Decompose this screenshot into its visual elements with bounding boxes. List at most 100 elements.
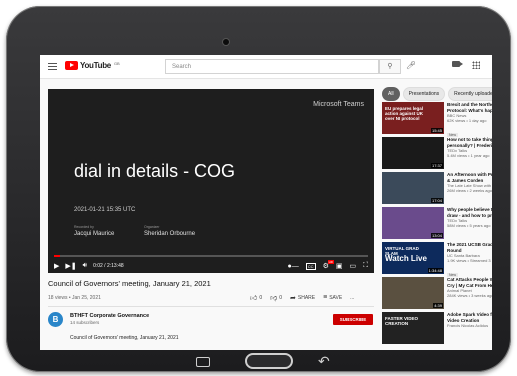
recommendation-text[interactable]: Brexit and the NorthernProtocol: What's … bbox=[447, 102, 492, 141]
video-description: Council of Governors' meeting, January 2… bbox=[70, 335, 179, 341]
settings-gear-icon[interactable]: ⚙ bbox=[323, 260, 335, 270]
youtube-logo[interactable]: YouTube GB bbox=[65, 61, 120, 70]
video-thumbnail[interactable]: FASTER VIDEO CREATION bbox=[382, 312, 444, 344]
miniplayer-icon[interactable]: ▣ bbox=[336, 262, 343, 270]
autoplay-toggle-icon[interactable]: ●— bbox=[288, 263, 299, 270]
recommendation-item[interactable]: 13:04 Why people believe thedraw - and ho… bbox=[382, 207, 492, 239]
video-thumbnail[interactable]: EU prepares legal action against UK over… bbox=[382, 102, 444, 134]
save-button[interactable]: ≡ SAVE bbox=[323, 294, 342, 301]
back-icon[interactable]: ↶ bbox=[318, 353, 330, 369]
thumbnail-big-text: Watch Live bbox=[385, 254, 427, 263]
hamburger-menu-icon[interactable] bbox=[48, 63, 57, 70]
next-icon[interactable]: ▶❚ bbox=[65, 262, 76, 270]
recommendation-title: Brexit and the Northern bbox=[447, 102, 492, 107]
recommendation-channel: Francis Nicolas Aclidus bbox=[447, 323, 489, 328]
recommendation-text[interactable]: The 2021 UCSB Grad SRoundUC Santa Barbar… bbox=[447, 242, 492, 281]
video-thumbnail[interactable]: 17:04 bbox=[382, 172, 444, 204]
recommendation-meta: 5.4M views • 1 year ago bbox=[447, 153, 490, 158]
share-arrow-icon: ➦ bbox=[290, 294, 296, 302]
filter-chips: All Presentations Recently uploaded bbox=[382, 87, 492, 101]
slide-title: dial in details - COG bbox=[74, 161, 236, 181]
dislike-button[interactable]: 👎︎ 0 bbox=[270, 293, 282, 303]
chip-all[interactable]: All bbox=[382, 87, 400, 101]
front-camera bbox=[223, 39, 229, 45]
video-player[interactable]: Microsoft Teams dial in details - COG 20… bbox=[48, 89, 374, 273]
video-actions: 👍︎ 0 👎︎ 0 ➦ SHARE ≡ SAVE ... bbox=[250, 293, 354, 302]
recommendation-item[interactable]: 17:37 How not to take things personally? |… bbox=[382, 137, 492, 169]
save-label: SAVE bbox=[329, 294, 343, 301]
video-title: Council of Governors' meeting, January 2… bbox=[48, 279, 211, 288]
chip-presentations[interactable]: Presentations bbox=[402, 87, 446, 101]
search-button[interactable]: ⚲ bbox=[379, 59, 401, 74]
microphone-icon[interactable]: 🎤︎ bbox=[406, 61, 416, 70]
recommendation-text[interactable]: How not to take things personally? | Fred… bbox=[447, 137, 492, 158]
more-button[interactable]: ... bbox=[350, 295, 354, 301]
like-button[interactable]: 👍︎ 0 bbox=[250, 293, 263, 303]
progress-fill bbox=[54, 255, 61, 257]
top-bar: YouTube GB Search ⚲ 🎤︎ bbox=[40, 55, 492, 79]
recommendation-title: Why people believe the bbox=[447, 207, 492, 212]
subscribe-button[interactable]: SUBSCRIBE bbox=[333, 314, 373, 325]
slide-organizer-name: Sheridan Orbourne bbox=[144, 231, 196, 237]
play-icon[interactable]: ▶ bbox=[54, 262, 59, 270]
thumbs-up-icon: 👍︎ bbox=[250, 295, 258, 302]
video-duration: 15:45 bbox=[430, 128, 443, 133]
recommendation-item[interactable]: 17:04 An Afternoon with Prin & James Corde… bbox=[382, 172, 492, 204]
brand-region: GB bbox=[113, 60, 120, 66]
progress-bar[interactable] bbox=[54, 255, 368, 257]
theater-mode-icon[interactable]: ▭ bbox=[349, 262, 356, 270]
channel-avatar[interactable]: B bbox=[48, 312, 63, 327]
recommendation-text[interactable]: Why people believe thedraw - and how to … bbox=[447, 207, 492, 228]
video-thumbnail[interactable]: 4:39 bbox=[382, 277, 444, 309]
youtube-play-icon bbox=[65, 61, 78, 70]
more-label: ... bbox=[350, 294, 355, 301]
video-thumbnail[interactable]: 17:37 bbox=[382, 137, 444, 169]
video-meta: 18 views • Jan 25, 2021 bbox=[48, 295, 101, 301]
apps-grid-icon[interactable] bbox=[472, 61, 480, 69]
like-count: 0 bbox=[259, 294, 263, 301]
captions-icon[interactable]: CC bbox=[305, 262, 316, 270]
channel-subscribers: 14 subscribers bbox=[70, 320, 100, 325]
share-button[interactable]: ➦ SHARE bbox=[290, 294, 315, 302]
recommendation-item[interactable]: 4:39 Cat Attacks People Wh Cry | My Cat Fr… bbox=[382, 277, 492, 309]
video-thumbnail[interactable]: VIRTUAL GRAD SLAM Watch Live 1:34:48 bbox=[382, 242, 444, 274]
playlist-add-icon: ≡ bbox=[323, 294, 328, 301]
recommendation-meta: 62K views • 1 day ago bbox=[447, 118, 487, 123]
recent-apps-icon[interactable] bbox=[196, 357, 210, 367]
recommendation-meta: 58M views • 5 years ago bbox=[447, 223, 491, 228]
recommendation-title: How not to take things bbox=[447, 137, 492, 142]
chip-recently-uploaded[interactable]: Recently uploaded bbox=[448, 87, 492, 101]
channel-name[interactable]: BTHFT Corporate Governance bbox=[70, 313, 149, 319]
android-nav-bar: ↶ bbox=[0, 345, 517, 376]
recommendation-text[interactable]: Cat Attacks People Wh Cry | My Cat From H… bbox=[447, 277, 492, 298]
recommendation-item[interactable]: VIRTUAL GRAD SLAM Watch Live 1:34:48 The 20… bbox=[382, 242, 492, 277]
recommendation-meta: 1.9K views • Streamed 3 bbox=[447, 258, 491, 263]
slide-presenter-name: Jacqui Maurice bbox=[74, 231, 115, 237]
home-button[interactable] bbox=[245, 353, 293, 369]
thumbnail-text: EU prepares legal action against UK over… bbox=[385, 106, 424, 121]
video-thumbnail[interactable]: 13:04 bbox=[382, 207, 444, 239]
search-input[interactable]: Search bbox=[165, 59, 379, 74]
brand-name: YouTube bbox=[80, 61, 111, 70]
slide-organizer-label: Organizer bbox=[144, 225, 160, 229]
share-label: SHARE bbox=[297, 294, 316, 301]
slide-brand: Microsoft Teams bbox=[313, 101, 364, 108]
recommendation-item[interactable]: EU prepares legal action against UK over… bbox=[382, 102, 492, 137]
recommendation-item[interactable]: FASTER VIDEO CREATION Adobe Spark Video f… bbox=[382, 312, 492, 344]
recommendation-meta: 26M views • 2 weeks ago bbox=[447, 188, 492, 193]
volume-icon[interactable]: 🔊︎ bbox=[83, 262, 87, 270]
recommendation-title: Cat Attacks People Wh bbox=[447, 277, 492, 282]
recommendation-title: An Afternoon with Prin bbox=[447, 172, 492, 177]
create-video-icon[interactable] bbox=[452, 61, 463, 67]
recommendation-text[interactable]: Adobe Spark Video for Video Creation Franc… bbox=[447, 312, 492, 328]
thumbs-down-icon: 👎︎ bbox=[270, 295, 278, 302]
player-right-controls: ●— CC ⚙ ▣ ▭ ⛶ bbox=[288, 260, 368, 270]
recommendation-title: The 2021 UCSB Grad S bbox=[447, 242, 492, 247]
video-duration: 13:04 bbox=[430, 233, 443, 238]
search-icon: ⚲ bbox=[387, 63, 393, 70]
tablet-frame: YouTube GB Search ⚲ 🎤︎ Microsoft Teams d… bbox=[6, 6, 511, 372]
recommendation-title: Adobe Spark Video for bbox=[447, 312, 492, 317]
recommendation-text[interactable]: An Afternoon with Prin & James Corden The … bbox=[447, 172, 492, 193]
slide-date: 2021-01-21 15:35 UTC bbox=[74, 207, 136, 213]
fullscreen-icon[interactable]: ⛶ bbox=[363, 262, 368, 270]
